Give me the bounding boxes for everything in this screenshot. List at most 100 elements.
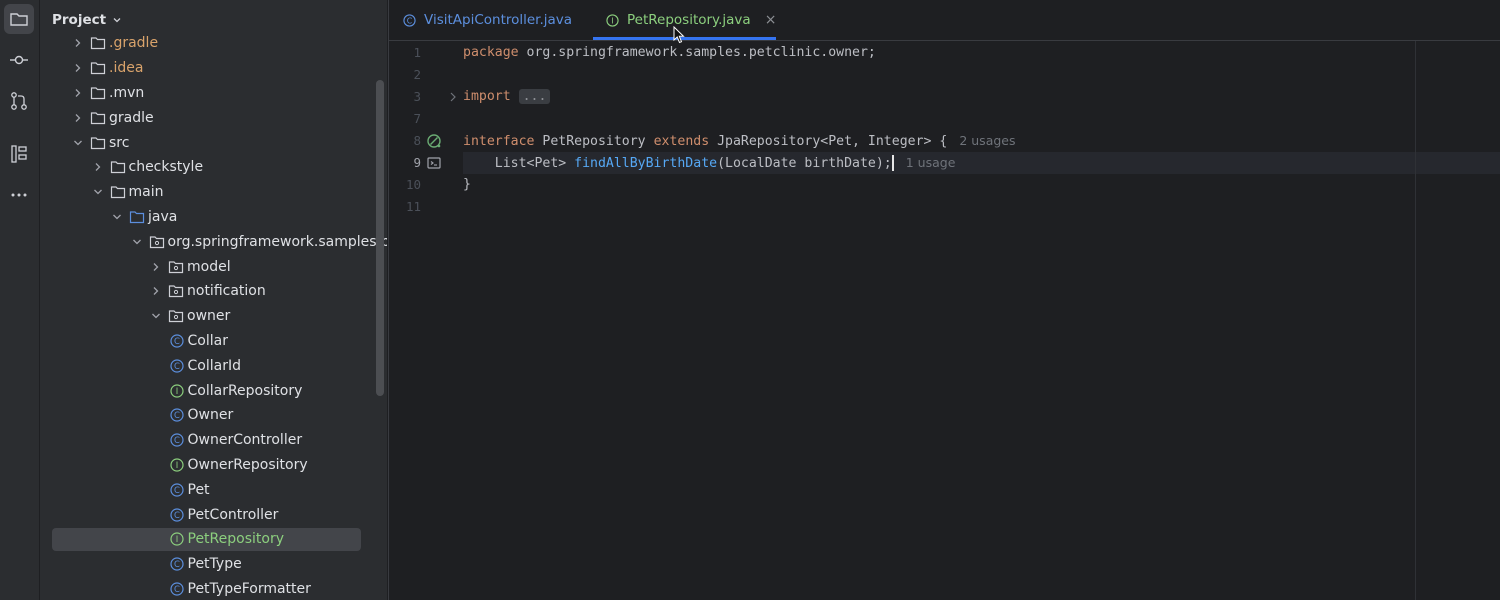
svg-text:C: C: [407, 16, 413, 25]
class-icon: C: [169, 483, 184, 497]
commit-tool-button[interactable]: [4, 45, 34, 75]
folder-icon: [90, 37, 106, 50]
pull-request-icon: [11, 92, 27, 110]
spring-data-icon[interactable]: [426, 133, 442, 149]
svg-text:I: I: [175, 387, 178, 397]
chevron-down-icon[interactable]: [131, 236, 143, 248]
chevron-down-icon[interactable]: [92, 186, 104, 198]
tree-item-main[interactable]: main: [40, 180, 380, 205]
keyword: import: [463, 89, 511, 104]
svg-text:C: C: [174, 436, 180, 446]
close-icon[interactable]: ×: [765, 12, 777, 28]
package-icon: [168, 260, 184, 273]
tree-item-label: OwnerController: [187, 432, 303, 449]
line-number: 10: [405, 177, 421, 192]
svg-text:C: C: [174, 560, 180, 570]
code-text: List<Pet>: [463, 156, 575, 171]
package-icon: [168, 285, 184, 298]
tree-item-label: PetRepository: [187, 531, 285, 548]
class-icon: C: [169, 582, 184, 596]
tree-item-org-springframework-samples-pe[interactable]: org.springframework.samples.pe: [40, 229, 387, 254]
fold-expand-icon[interactable]: [445, 89, 461, 105]
tree-item-label: .mvn: [109, 84, 145, 101]
text-caret: [891, 155, 894, 171]
project-view-selector[interactable]: Project: [52, 10, 122, 30]
tree-item-label: gradle: [109, 109, 154, 126]
svg-text:C: C: [174, 511, 180, 521]
svg-text:I: I: [611, 16, 613, 25]
tree-item-pettype[interactable]: C PetType: [40, 552, 380, 577]
code-text: JpaRepository<Pet, Integer> {: [709, 134, 948, 149]
tab-visitapicontroller[interactable]: C VisitApiController.java: [403, 0, 572, 40]
chevron-down-icon[interactable]: [150, 310, 162, 322]
line-number: 7: [413, 111, 421, 126]
tree-item-gradle[interactable]: gradle: [40, 105, 380, 130]
tree-item-owner[interactable]: owner: [40, 304, 380, 329]
code-line: interface PetRepository extends JpaRepos…: [463, 130, 1500, 152]
tree-item-collarid[interactable]: C CollarId: [40, 353, 380, 378]
chevron-right-icon[interactable]: [92, 161, 104, 173]
folder-icon: [90, 136, 106, 149]
query-method-icon[interactable]: [426, 155, 442, 171]
code-line: }: [463, 174, 1500, 196]
tree-item-petrepository[interactable]: I PetRepository: [40, 527, 380, 552]
svg-text:I: I: [175, 536, 178, 546]
svg-text:C: C: [174, 585, 180, 595]
panel-title: Project: [52, 12, 107, 28]
pull-requests-tool-button[interactable]: [4, 86, 34, 116]
tree-item-label: PetTypeFormatter: [187, 580, 311, 597]
right-margin-guide: [1415, 41, 1416, 600]
chevron-right-icon[interactable]: [150, 285, 162, 297]
tree-item-label: PetType: [187, 556, 242, 573]
tree-item-mvn[interactable]: .mvn: [40, 81, 380, 106]
usages-hint[interactable]: 1 usage: [906, 155, 956, 170]
tree-item-owner[interactable]: C Owner: [40, 403, 380, 428]
more-tools-button[interactable]: [4, 180, 34, 210]
interface-icon: I: [169, 532, 184, 546]
folder-icon: [90, 62, 106, 75]
tree-item-collar[interactable]: C Collar: [40, 329, 380, 354]
usages-hint[interactable]: 2 usages: [959, 133, 1015, 148]
tree-item-label: .gradle: [109, 35, 159, 52]
tree-item-pettypeformatter[interactable]: C PetTypeFormatter: [40, 577, 380, 600]
tree-item-petcontroller[interactable]: C PetController: [40, 502, 380, 527]
tree-item-label: src: [109, 134, 130, 151]
folder-icon: [10, 13, 28, 26]
tree-item-src[interactable]: src: [40, 130, 380, 155]
chevron-right-icon[interactable]: [72, 112, 84, 124]
tree-item-label: main: [128, 184, 164, 201]
tab-label: PetRepository.java: [627, 12, 751, 28]
tree-item-ownerrepository[interactable]: I OwnerRepository: [40, 453, 380, 478]
chevron-down-icon[interactable]: [111, 211, 123, 223]
tree-item-notification[interactable]: notification: [40, 279, 380, 304]
chevron-right-icon[interactable]: [72, 37, 84, 49]
tree-scrollbar[interactable]: [376, 80, 384, 396]
folder-icon: [110, 161, 125, 174]
folder-icon: [90, 112, 106, 124]
tree-item-ownercontroller[interactable]: C OwnerController: [40, 428, 380, 453]
svg-text:C: C: [174, 412, 180, 422]
folded-imports[interactable]: ...: [518, 89, 551, 104]
tree-item-java[interactable]: java: [40, 205, 380, 230]
more-icon: [11, 193, 27, 197]
tab-petrepository[interactable]: I PetRepository.java ×: [606, 0, 776, 40]
tree-item-checkstyle[interactable]: checkstyle: [40, 155, 380, 180]
tree-item-collarrepository[interactable]: I CollarRepository: [40, 378, 380, 403]
interface-icon: I: [606, 13, 619, 27]
tree-item-idea[interactable]: .idea: [40, 56, 380, 81]
chevron-down-icon[interactable]: [72, 137, 84, 149]
tree-item-pet[interactable]: C Pet: [40, 477, 380, 502]
code-line: package org.springframework.samples.petc…: [463, 42, 1500, 64]
code-text: }: [463, 177, 471, 192]
chevron-right-icon[interactable]: [72, 62, 84, 74]
structure-tool-button[interactable]: [4, 139, 34, 169]
chevron-right-icon[interactable]: [150, 261, 162, 273]
package-icon: [168, 310, 184, 323]
project-tool-button[interactable]: [4, 4, 34, 34]
interface-icon: I: [169, 458, 184, 472]
tree-item-gradle[interactable]: .gradle: [40, 31, 380, 56]
line-number: 1: [413, 45, 421, 60]
chevron-right-icon[interactable]: [72, 87, 84, 99]
package-icon: [149, 236, 164, 248]
tree-item-model[interactable]: model: [40, 254, 380, 279]
